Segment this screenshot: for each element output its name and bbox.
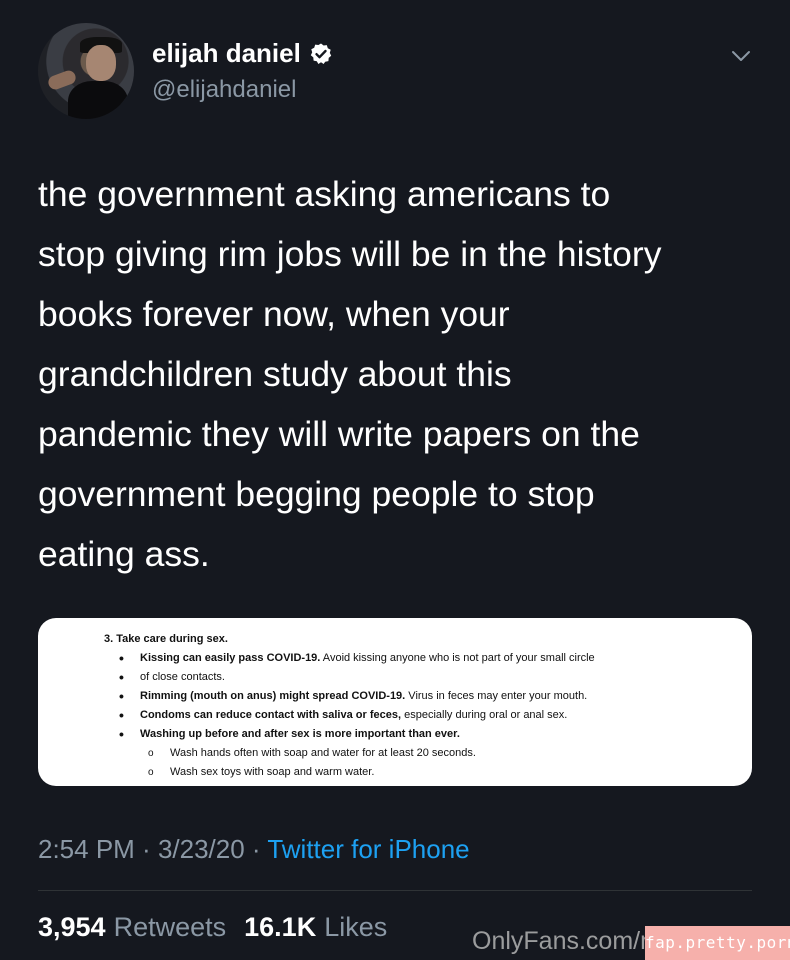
meta-separator: ·	[134, 834, 158, 864]
list-item-continuation: of close contacts.	[104, 668, 704, 687]
avatar-body	[68, 81, 128, 119]
chevron-down-icon[interactable]	[727, 46, 755, 66]
author-handle[interactable]: @elijahdaniel	[152, 76, 296, 104]
author-name-row[interactable]: elijah daniel	[152, 38, 333, 69]
document-excerpt: 3. Take care during sex. Kissing can eas…	[104, 630, 704, 782]
list-item: Rimming (mouth on anus) might spread COV…	[104, 687, 704, 706]
sub-list-item: Wash hands often with soap and water for…	[104, 744, 704, 763]
site-watermark-badge: fap.pretty.porn	[645, 926, 790, 960]
verified-badge-icon	[310, 43, 332, 64]
tweet-source-link[interactable]: Twitter for iPhone	[267, 834, 469, 864]
retweets-stat[interactable]: 3,954 Retweets	[38, 912, 226, 943]
onlyfans-watermark: OnlyFans.com/n	[472, 927, 655, 955]
tweet-text: the government asking americans to stop …	[38, 174, 662, 574]
author-display-name[interactable]: elijah daniel	[152, 38, 301, 69]
list-item: Kissing can easily pass COVID-19. Avoid …	[104, 649, 704, 668]
attached-image[interactable]: 3. Take care during sex. Kissing can eas…	[38, 618, 752, 786]
avatar[interactable]	[38, 23, 134, 119]
engagement-stats: 3,954 Retweets 16.1K Likes	[38, 912, 387, 943]
retweets-count: 3,954	[38, 912, 106, 942]
sub-list-item: Wash sex toys with soap and warm water.	[104, 763, 704, 782]
list-item: Washing up before and after sex is more …	[104, 725, 704, 744]
tweet-meta: 2:54 PM · 3/23/20 · Twitter for iPhone	[38, 834, 470, 865]
divider	[38, 890, 752, 891]
retweets-label: Retweets	[113, 912, 227, 942]
likes-label: Likes	[324, 912, 388, 942]
avatar-face	[86, 45, 116, 81]
likes-stat[interactable]: 16.1K Likes	[244, 912, 387, 943]
list-item: Condoms can reduce contact with saliva o…	[104, 706, 704, 725]
tweet-time[interactable]: 2:54 PM	[38, 834, 135, 864]
tweet-date[interactable]: 3/23/20	[158, 834, 245, 864]
document-heading: 3. Take care during sex.	[104, 633, 228, 645]
document-bullet-list: Kissing can easily pass COVID-19. Avoid …	[104, 649, 704, 782]
meta-separator: ·	[244, 834, 268, 864]
likes-count: 16.1K	[244, 912, 317, 942]
